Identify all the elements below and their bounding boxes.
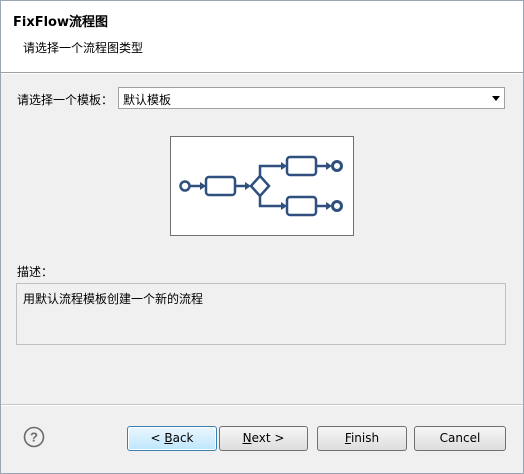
help-icon[interactable]: ? bbox=[23, 426, 45, 448]
description-box: 用默认流程模板创建一个新的流程 bbox=[16, 283, 506, 345]
gateway-shape bbox=[249, 174, 271, 198]
task-shape-lower bbox=[285, 195, 318, 217]
dropdown-arrow-icon[interactable] bbox=[492, 96, 500, 101]
task-shape-upper bbox=[285, 155, 318, 177]
next-button-label: ext > bbox=[251, 431, 285, 445]
template-preview bbox=[170, 136, 354, 236]
end-event-shape-lower bbox=[331, 200, 343, 212]
description-text: 用默认流程模板创建一个新的流程 bbox=[23, 292, 204, 306]
description-label: 描述： bbox=[17, 265, 54, 279]
button-bar-divider-highlight bbox=[1, 405, 523, 406]
template-select[interactable]: 默认模板 bbox=[118, 87, 505, 109]
svg-text:?: ? bbox=[30, 430, 38, 445]
template-label: 请选择一个模板： bbox=[17, 93, 114, 107]
end-event-shape-upper bbox=[331, 160, 343, 172]
wizard-header: FixFlow流程图 请选择一个流程图类型 bbox=[1, 1, 523, 73]
back-button-label: ack bbox=[172, 431, 194, 445]
back-button-prefix: < bbox=[150, 431, 165, 445]
next-button-mnemonic: N bbox=[242, 431, 252, 445]
template-select-value: 默认模板 bbox=[123, 93, 172, 107]
page-title: FixFlow流程图 bbox=[13, 15, 108, 30]
finish-button[interactable]: Finish bbox=[317, 426, 407, 451]
header-divider bbox=[1, 73, 523, 74]
cancel-button[interactable]: Cancel bbox=[414, 426, 506, 451]
process-diagram-preview bbox=[179, 155, 343, 217]
page-subtitle: 请选择一个流程图类型 bbox=[23, 41, 144, 55]
next-button[interactable]: Next > bbox=[219, 426, 308, 451]
back-button-mnemonic: B bbox=[164, 431, 173, 445]
finish-button-label: inish bbox=[350, 431, 380, 445]
back-button[interactable]: < Back bbox=[127, 426, 217, 451]
task-shape bbox=[204, 175, 237, 197]
start-event-shape bbox=[179, 180, 191, 192]
